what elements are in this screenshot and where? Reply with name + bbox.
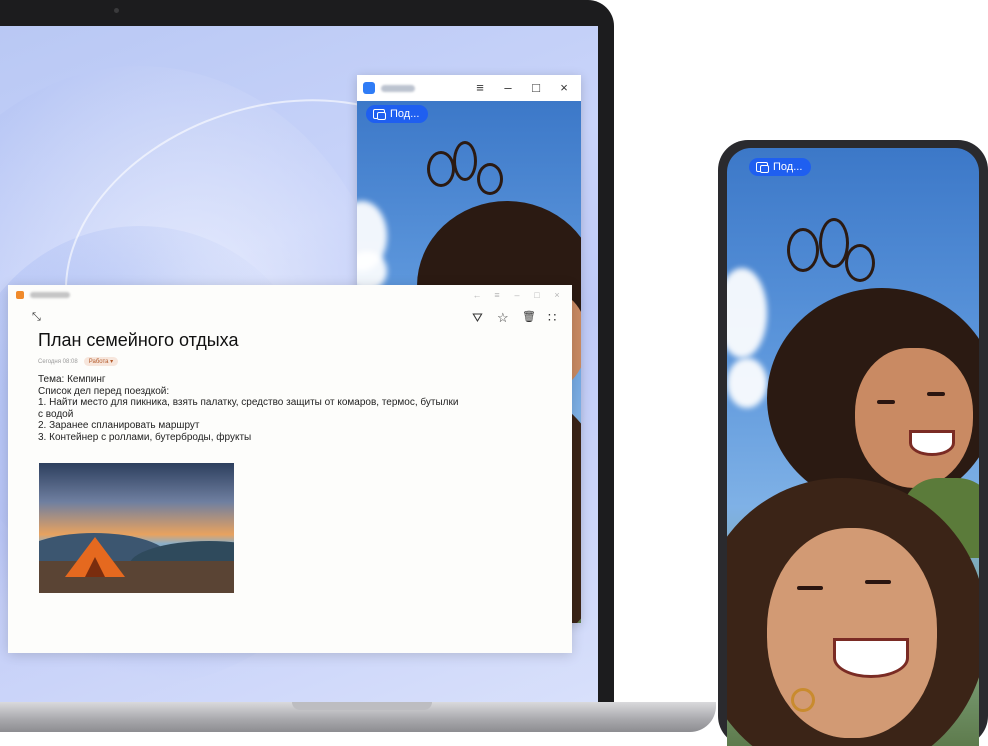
category-dropdown[interactable]: Работа ▾ [83,357,119,366]
phone: Под... [718,140,988,746]
notes-app-icon [16,291,24,299]
share-pill-label: Под... [773,161,803,173]
share-icon[interactable]: ⛛ [472,310,483,326]
photo-scene [727,148,979,746]
note-meta: Сегодня 08:08 Работа ▾ [38,357,119,366]
collapse-icon[interactable]: ⤡ [32,311,41,324]
mirror-window-titlebar[interactable]: ≡ – □ × [357,75,581,101]
cloud [727,358,767,408]
hair-curl [787,228,819,272]
note-line: с водой [38,408,74,420]
minimize-button[interactable]: – [510,290,524,300]
star-icon[interactable]: ☆ [497,310,509,326]
maximize-button[interactable]: □ [525,75,547,101]
eye [797,586,823,590]
minimize-button[interactable]: – [497,75,519,101]
close-button[interactable]: × [550,290,564,300]
girl-face [855,348,973,488]
eye [877,400,895,404]
share-pill-label: Под... [390,108,420,120]
laptop-hinge-notch [292,702,432,710]
hair-curl [427,151,455,187]
mirror-window-title [381,84,415,92]
note-body[interactable]: Тема: Кемпинг Список дел перед поездкой:… [38,374,528,443]
note-line: 1. Найти место для пикника, взять палатк… [38,397,459,408]
note-line: 3. Контейнер с роллами, бутерброды, фрук… [38,431,252,443]
hair-curl [477,163,503,195]
phone-screen[interactable]: Под... [727,148,979,746]
notes-window-title [30,292,70,298]
tent-door-shape [85,557,105,577]
smile [833,638,909,678]
note-line: Список дел перед поездкой: [38,385,170,397]
camping-photo[interactable] [39,463,234,593]
share-screen-icon [373,109,386,120]
trash-icon[interactable]: 🗑 [522,310,536,323]
maximize-button[interactable]: □ [530,290,544,300]
eye [865,580,891,584]
hair-curl [453,141,477,181]
note-title[interactable]: План семейного отдыха [38,330,239,351]
back-button[interactable]: ← [470,290,484,300]
eye [927,392,945,396]
hair-curl [845,244,875,282]
webcam-icon [114,8,119,13]
close-button[interactable]: × [553,75,575,101]
mirror-app-icon [363,82,375,94]
note-line: Тема: Кемпинг [38,374,106,385]
menu-icon[interactable]: ≡ [490,290,504,300]
share-pill-button[interactable]: Под... [366,105,429,123]
earring [791,688,815,712]
notes-window-titlebar[interactable]: ← ≡ – □ × [8,285,572,305]
share-pill-button[interactable]: Под... [749,158,812,176]
cloud [727,268,767,358]
smile [909,430,955,456]
note-line: 2. Заранее спланировать маршрут [38,420,200,431]
menu-icon[interactable]: ≡ [469,75,491,101]
notes-toolbar: ⤡ ⛛ ☆ 🗑 ∷ [8,307,572,329]
share-screen-icon [756,162,769,173]
note-timestamp: Сегодня 08:08 [38,358,78,365]
more-icon[interactable]: ∷ [548,310,556,326]
notes-window[interactable]: ← ≡ – □ × ⤡ ⛛ ☆ 🗑 ∷ План семейного отдых… [8,285,572,653]
